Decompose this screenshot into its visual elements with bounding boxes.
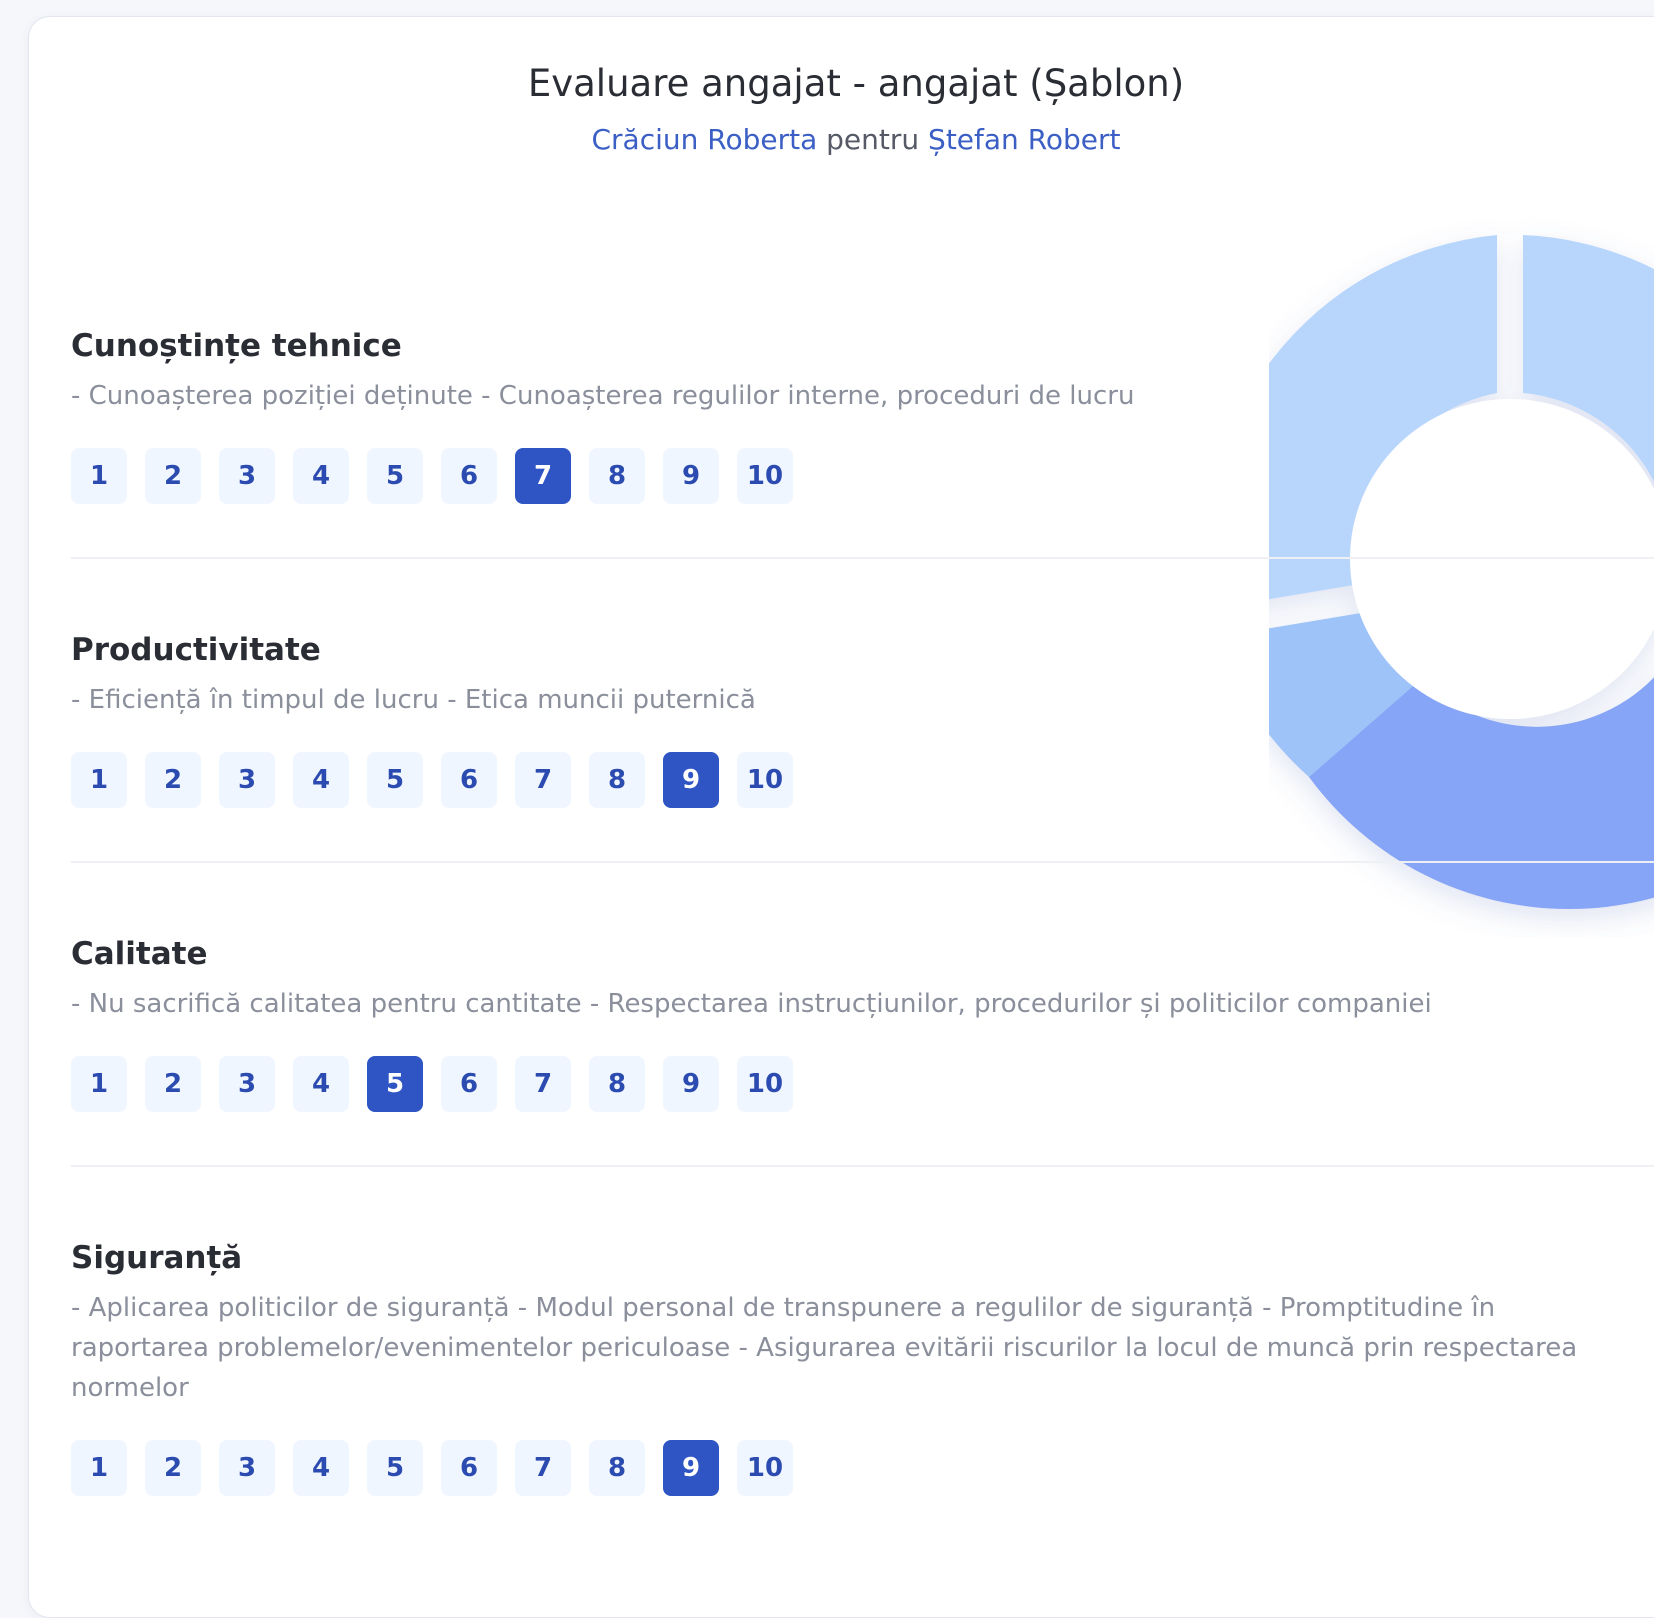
score-button-8[interactable]: 8 [589, 1439, 645, 1496]
section-quality: Calitate - Nu sacrifică calitatea pentru… [71, 935, 1654, 1112]
rating-scale: 1 2 3 4 5 6 7 8 9 10 [71, 1055, 1654, 1112]
section-divider [71, 557, 1654, 559]
section-title: Productivitate [71, 632, 321, 668]
score-button-4[interactable]: 4 [293, 447, 349, 504]
section-technical-knowledge: Cunoștințe tehnice - Cunoașterea poziție… [71, 327, 1654, 504]
score-button-2[interactable]: 2 [145, 1439, 201, 1496]
score-button-6[interactable]: 6 [441, 1055, 497, 1112]
score-button-2[interactable]: 2 [145, 751, 201, 808]
section-title: Cunoștințe tehnice [71, 328, 402, 364]
section-productivity: Productivitate - Eficiență în timpul de … [71, 631, 1654, 808]
score-button-6[interactable]: 6 [441, 1439, 497, 1496]
score-button-7[interactable]: 7 [515, 1439, 571, 1496]
section-description: - Eficiență în timpul de lucru - Etica m… [71, 684, 756, 715]
score-button-8[interactable]: 8 [589, 1055, 645, 1112]
score-button-10[interactable]: 10 [737, 1439, 793, 1496]
score-button-3[interactable]: 3 [219, 1439, 275, 1496]
subtitle-connector: pentru [826, 123, 920, 156]
score-button-3[interactable]: 3 [219, 447, 275, 504]
score-button-1[interactable]: 1 [71, 1055, 127, 1112]
score-button-6[interactable]: 6 [441, 751, 497, 808]
score-donut-chart [1269, 235, 1654, 909]
score-button-7[interactable]: 7 [515, 751, 571, 808]
score-button-5[interactable]: 5 [367, 447, 423, 504]
rating-scale: 1 2 3 4 5 6 7 8 9 10 [71, 447, 1654, 504]
score-button-4[interactable]: 4 [293, 1439, 349, 1496]
score-button-10[interactable]: 10 [737, 1055, 793, 1112]
score-button-1[interactable]: 1 [71, 751, 127, 808]
evaluation-card: Evaluare angajat - angajat (Șablon) Crăc… [28, 16, 1654, 1618]
page-title: Evaluare angajat - angajat (Șablon) [527, 62, 1185, 105]
rating-scale: 1 2 3 4 5 6 7 8 9 10 [71, 1439, 1654, 1496]
section-safety: Siguranță - Aplicarea politicilor de sig… [71, 1239, 1654, 1496]
section-divider [71, 1165, 1654, 1167]
evaluator-link[interactable]: Crăciun Roberta [591, 123, 817, 156]
section-title: Calitate [71, 936, 208, 972]
rating-scale: 1 2 3 4 5 6 7 8 9 10 [71, 751, 1654, 808]
score-button-6[interactable]: 6 [441, 447, 497, 504]
score-button-2[interactable]: 2 [145, 1055, 201, 1112]
section-description: - Nu sacrifică calitatea pentru cantitat… [71, 988, 1432, 1019]
score-button-9[interactable]: 9 [663, 1439, 719, 1496]
score-button-1[interactable]: 1 [71, 447, 127, 504]
score-button-7[interactable]: 7 [515, 447, 571, 504]
score-button-5[interactable]: 5 [367, 1055, 423, 1112]
score-button-3[interactable]: 3 [219, 1055, 275, 1112]
section-description: - Cunoașterea poziției deținute - Cunoaș… [71, 380, 1135, 411]
score-button-7[interactable]: 7 [515, 1055, 571, 1112]
section-title: Siguranță [71, 1240, 243, 1276]
section-divider [71, 861, 1654, 863]
score-button-9[interactable]: 9 [663, 751, 719, 808]
score-button-10[interactable]: 10 [737, 751, 793, 808]
score-button-3[interactable]: 3 [219, 751, 275, 808]
evaluatee-link[interactable]: Ștefan Robert [928, 123, 1120, 156]
score-button-10[interactable]: 10 [737, 447, 793, 504]
score-button-9[interactable]: 9 [663, 1055, 719, 1112]
score-button-8[interactable]: 8 [589, 751, 645, 808]
score-button-1[interactable]: 1 [71, 1439, 127, 1496]
score-button-5[interactable]: 5 [367, 1439, 423, 1496]
score-button-5[interactable]: 5 [367, 751, 423, 808]
score-button-4[interactable]: 4 [293, 751, 349, 808]
score-button-8[interactable]: 8 [589, 447, 645, 504]
section-description: - Aplicarea politicilor de siguranță - M… [71, 1292, 1578, 1403]
evaluation-subtitle: Crăciun Roberta pentru Ștefan Robert [29, 123, 1654, 157]
score-button-4[interactable]: 4 [293, 1055, 349, 1112]
score-button-9[interactable]: 9 [663, 447, 719, 504]
score-button-2[interactable]: 2 [145, 447, 201, 504]
